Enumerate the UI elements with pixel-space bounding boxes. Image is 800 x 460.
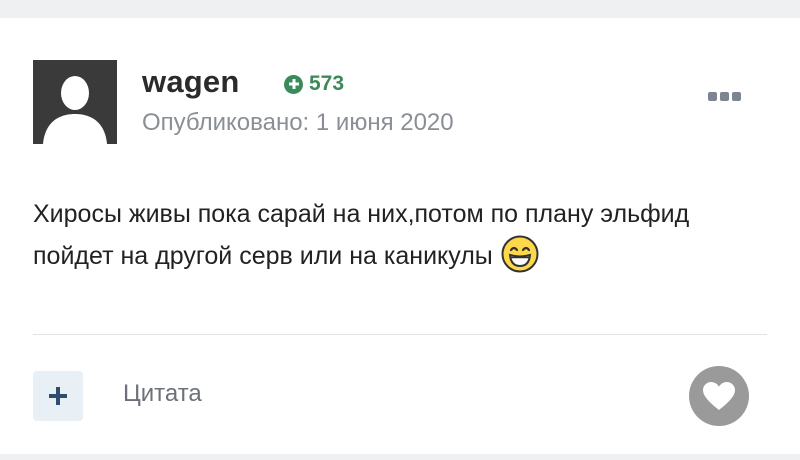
more-dot bbox=[708, 92, 717, 101]
comment-body: Хиросы живы пока сарай на них,потом по п… bbox=[33, 194, 753, 286]
avatar[interactable] bbox=[33, 60, 117, 144]
add-quote-button[interactable] bbox=[33, 371, 83, 421]
more-dot bbox=[732, 92, 741, 101]
divider bbox=[33, 334, 767, 335]
author-name[interactable]: wagen bbox=[142, 64, 239, 100]
comment-text: Хиросы живы пока сарай на них,потом по п… bbox=[33, 200, 690, 270]
more-options-button[interactable] bbox=[706, 90, 743, 103]
comment-card: wagen 573 Опубликовано: 1 июня 2020 Хиро… bbox=[0, 18, 800, 454]
reputation-count: 573 bbox=[309, 72, 345, 95]
more-dot bbox=[720, 92, 729, 101]
plus-circle-icon bbox=[284, 74, 303, 94]
reputation-badge: 573 bbox=[284, 72, 344, 96]
quote-button[interactable]: Цитата bbox=[123, 380, 202, 408]
published-date: Опубликовано: 1 июня 2020 bbox=[142, 109, 454, 136]
grinning-face-emoji-icon bbox=[501, 235, 539, 286]
like-button[interactable] bbox=[689, 366, 749, 426]
heart-icon bbox=[703, 382, 735, 410]
default-avatar-icon bbox=[33, 60, 117, 144]
